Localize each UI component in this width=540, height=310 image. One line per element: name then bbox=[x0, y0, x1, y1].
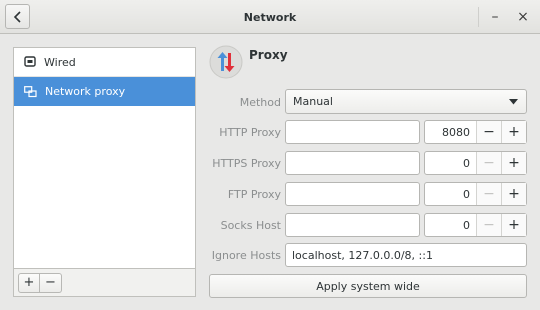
ftp-proxy-port-stepper: 0 − + bbox=[424, 182, 527, 206]
socks-host-field[interactable] bbox=[285, 213, 420, 237]
add-connection-button[interactable]: + bbox=[18, 272, 40, 293]
ftp-port-decrement-button[interactable]: − bbox=[476, 183, 501, 205]
ignore-hosts-label: Ignore Hosts bbox=[211, 249, 281, 262]
proxy-title: Proxy bbox=[249, 48, 288, 62]
wired-network-icon bbox=[24, 56, 36, 67]
http-port-decrement-button[interactable]: − bbox=[476, 121, 501, 143]
ftp-proxy-host-field[interactable] bbox=[285, 182, 420, 206]
http-proxy-host-field[interactable] bbox=[285, 120, 420, 144]
socks-port-decrement-button[interactable]: − bbox=[476, 214, 501, 236]
https-proxy-host-field[interactable] bbox=[285, 151, 420, 175]
https-proxy-label: HTTPS Proxy bbox=[212, 157, 281, 170]
http-proxy-label: HTTP Proxy bbox=[219, 126, 281, 139]
proxy-icon bbox=[209, 45, 243, 79]
sidebar-item-label: Wired bbox=[44, 55, 76, 69]
method-value: Manual bbox=[293, 95, 333, 108]
sidebar-toolbar: + − bbox=[13, 269, 196, 297]
sidebar-item-wired[interactable]: Wired bbox=[14, 48, 195, 77]
ignore-hosts-field[interactable]: localhost, 127.0.0.0/8, ::1 bbox=[285, 243, 527, 267]
sidebar-item-label: Network proxy bbox=[45, 85, 126, 98]
chevron-left-icon bbox=[13, 10, 21, 23]
header-separator bbox=[478, 7, 479, 27]
method-dropdown[interactable]: Manual bbox=[285, 89, 527, 114]
connection-list: Wired Network proxy bbox=[13, 47, 196, 269]
apply-system-wide-button[interactable]: Apply system wide bbox=[209, 274, 527, 298]
http-proxy-port-value[interactable]: 8080 bbox=[425, 121, 476, 143]
http-proxy-port-stepper: 8080 − + bbox=[424, 120, 527, 144]
header-bar: Network – × bbox=[0, 0, 540, 34]
socks-port-stepper: 0 − + bbox=[424, 213, 527, 237]
chevron-down-icon bbox=[509, 99, 518, 105]
window-title: Network bbox=[243, 10, 297, 24]
socks-port-value[interactable]: 0 bbox=[425, 214, 476, 236]
close-button[interactable]: × bbox=[512, 6, 534, 28]
method-label: Method bbox=[239, 96, 281, 109]
sidebar-item-network-proxy[interactable]: Network proxy bbox=[14, 77, 195, 106]
https-proxy-port-stepper: 0 − + bbox=[424, 151, 527, 175]
socks-port-increment-button[interactable]: + bbox=[501, 214, 526, 236]
network-proxy-icon bbox=[24, 85, 37, 97]
ftp-proxy-port-value[interactable]: 0 bbox=[425, 183, 476, 205]
remove-connection-button[interactable]: − bbox=[40, 272, 62, 293]
minimize-button[interactable]: – bbox=[484, 6, 506, 28]
ftp-proxy-label: FTP Proxy bbox=[227, 188, 281, 201]
network-window: Network – × Wired Network proxy + − Prox… bbox=[0, 0, 540, 310]
http-port-increment-button[interactable]: + bbox=[501, 121, 526, 143]
https-proxy-port-value[interactable]: 0 bbox=[425, 152, 476, 174]
socks-host-label: Socks Host bbox=[220, 219, 281, 232]
https-port-decrement-button[interactable]: − bbox=[476, 152, 501, 174]
https-port-increment-button[interactable]: + bbox=[501, 152, 526, 174]
back-button[interactable] bbox=[5, 4, 30, 29]
ftp-port-increment-button[interactable]: + bbox=[501, 183, 526, 205]
